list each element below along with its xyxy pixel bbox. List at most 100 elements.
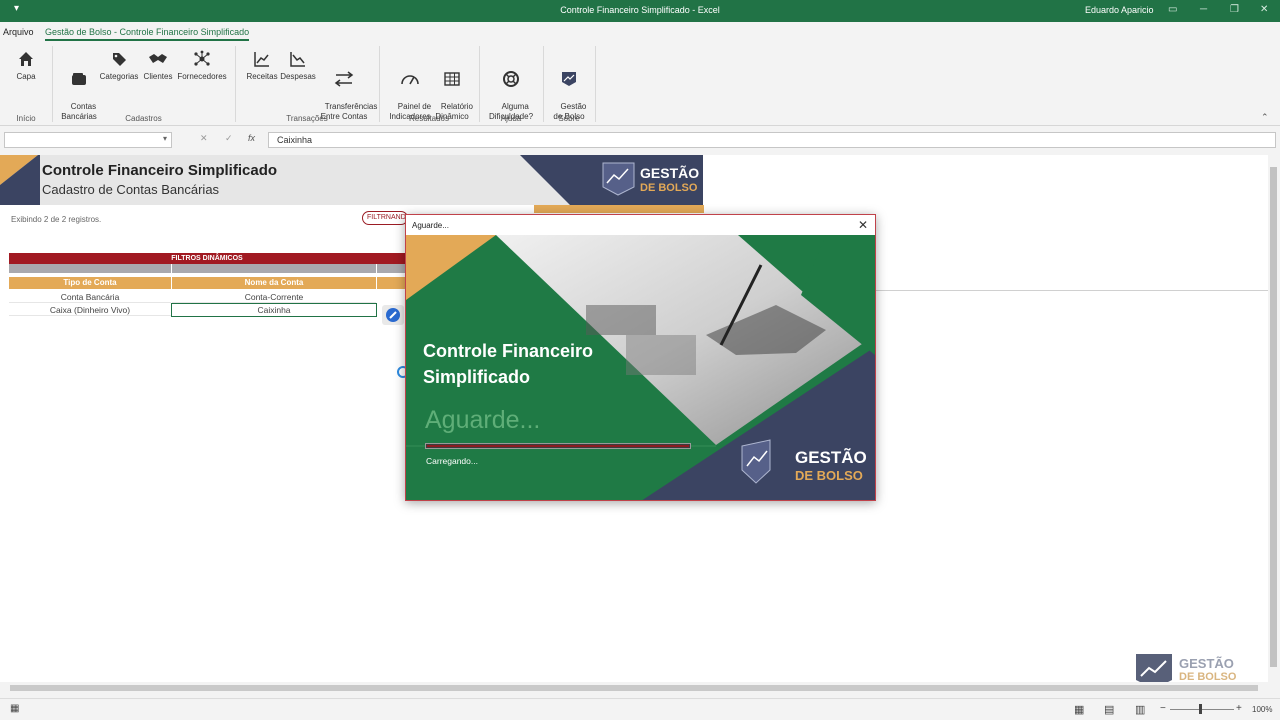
- zoom-level[interactable]: 100%: [1252, 705, 1272, 714]
- column-header-tipo[interactable]: Tipo de Conta: [9, 277, 171, 289]
- splash-logo-line2: DE BOLSO: [795, 468, 863, 483]
- horizontal-scrollbar[interactable]: [0, 682, 1268, 694]
- table-icon: [444, 72, 460, 86]
- handshake-icon: [149, 54, 167, 63]
- filters-header: FILTROS DINÂMICOS: [9, 253, 405, 264]
- banner-subtitle: Cadastro de Contas Bancárias: [42, 182, 220, 197]
- table-cell[interactable]: Conta-Corrente: [172, 291, 376, 303]
- normal-view-icon[interactable]: ▦: [1074, 703, 1084, 716]
- zoom-out-icon[interactable]: −: [1160, 703, 1166, 714]
- lifebuoy-icon: [503, 71, 519, 87]
- formula-input[interactable]: Caixinha: [268, 132, 1276, 148]
- capa-label: Capa: [16, 72, 36, 81]
- column-header-nome[interactable]: Nome da Conta: [172, 277, 376, 289]
- loading-dialog: Aguarde... ✕ Controle Financeiro Simplif…: [405, 214, 876, 501]
- splash-logo: GESTÃO DE BOLSO: [738, 438, 868, 490]
- group-separator: [52, 46, 53, 122]
- group-separator: [595, 46, 596, 122]
- filter-button[interactable]: FILTRNANDO: [362, 211, 408, 225]
- group-separator: [235, 46, 236, 122]
- column-header-extra: [377, 277, 405, 289]
- receitas-label: Receitas: [246, 72, 278, 81]
- chevron-up-icon[interactable]: ⌃: [1261, 112, 1269, 123]
- transfer-arrows-icon: [334, 71, 354, 87]
- group-sobre: Sobre: [558, 114, 580, 123]
- user-name[interactable]: Eduardo Aparicio: [1085, 5, 1154, 15]
- clientes-button[interactable]: Clientes: [142, 50, 174, 82]
- line-down-icon: [290, 52, 305, 67]
- close-icon[interactable]: ✕: [1260, 4, 1268, 15]
- despesas-label: Despesas: [280, 72, 316, 81]
- table-cell[interactable]: Caixa (Dinheiro Vivo): [9, 304, 171, 316]
- splash-panel: Controle Financeiro Simplificado Aguarde…: [406, 235, 875, 500]
- ribbon: Capa Início Contas Bancárias Categorias …: [0, 42, 1280, 126]
- column-divider: [171, 264, 172, 273]
- group-resultados: Resultados: [408, 114, 450, 123]
- categorias-label: Categorias: [99, 72, 139, 81]
- group-separator: [479, 46, 480, 122]
- minimize-icon[interactable]: ─: [1200, 4, 1207, 15]
- tag-icon: [113, 53, 126, 66]
- fornecedores-button[interactable]: Fornecedores: [177, 50, 227, 82]
- group-cadastros: Cadastros: [125, 114, 162, 123]
- table-cell[interactable]: Conta Bancária: [9, 291, 171, 303]
- progress-bar: [425, 443, 691, 449]
- wallet-icon: [72, 73, 86, 85]
- progress-fill: [427, 445, 689, 447]
- close-icon[interactable]: ✕: [858, 218, 868, 232]
- enter-icon[interactable]: ✓: [225, 133, 233, 144]
- formula-controls: ✕ ✓ fx: [190, 132, 266, 148]
- cancel-icon[interactable]: ✕: [200, 133, 208, 144]
- line-up-icon: [254, 52, 269, 67]
- group-ajuda: Ajuda: [500, 114, 522, 123]
- title-bar: ▾ Controle Financeiro Simplificado - Exc…: [0, 0, 1280, 22]
- ribbon-display-icon[interactable]: ▭: [1168, 4, 1177, 15]
- group-separator: [379, 46, 380, 122]
- filter-cells[interactable]: [9, 264, 405, 273]
- status-bar: ▦ ▦ ▤ ▥ − + 100%: [0, 698, 1280, 720]
- scroll-thumb[interactable]: [10, 685, 1258, 691]
- formula-bar: ▾ ✕ ✓ fx Caixinha: [0, 128, 1280, 152]
- edit-pencil-icon: [386, 308, 400, 322]
- records-count: Exibindo 2 de 2 registros.: [11, 215, 102, 224]
- gauge-icon: [401, 75, 419, 85]
- splash-logo-line1: GESTÃO: [795, 448, 867, 467]
- fornecedores-label: Fornecedores: [177, 72, 227, 81]
- clientes-label: Clientes: [143, 72, 173, 81]
- banner-logo-line1: GESTÃO: [640, 165, 700, 181]
- zoom-slider-thumb[interactable]: [1199, 704, 1202, 714]
- splash-title: Controle Financeiro Simplificado: [423, 341, 594, 387]
- tab-arquivo[interactable]: Arquivo: [3, 27, 34, 37]
- name-box[interactable]: ▾: [4, 132, 172, 148]
- macro-record-icon[interactable]: ▦: [10, 703, 19, 714]
- receitas-button[interactable]: Receitas: [244, 50, 280, 82]
- restore-icon[interactable]: ❐: [1230, 4, 1239, 15]
- menu-bar: Arquivo Gestão de Bolso - Controle Finan…: [0, 22, 1280, 42]
- zoom-in-icon[interactable]: +: [1236, 703, 1242, 714]
- vertical-scrollbar[interactable]: [1268, 155, 1280, 682]
- banner-title: Controle Financeiro Simplificado: [42, 162, 278, 179]
- dialog-title: Aguarde...: [412, 221, 449, 230]
- selected-cell[interactable]: Caixinha: [171, 303, 377, 317]
- dialog-titlebar: Aguarde... ✕: [406, 215, 875, 235]
- categorias-button[interactable]: Categorias: [99, 50, 139, 82]
- banner-accent-strip: [534, 205, 704, 213]
- despesas-button[interactable]: Despesas: [280, 50, 316, 82]
- splash-wait-text: Aguarde...: [425, 406, 541, 434]
- network-icon: [194, 50, 210, 66]
- group-inicio: Início: [16, 114, 36, 123]
- sheet-banner: Controle Financeiro Simplificado Cadastr…: [0, 155, 703, 205]
- home-icon: [19, 52, 33, 66]
- scroll-thumb[interactable]: [1270, 167, 1277, 667]
- page-break-icon[interactable]: ▥: [1135, 703, 1145, 716]
- edit-button[interactable]: [382, 305, 404, 325]
- watermark-line1: GESTÃO: [1179, 656, 1234, 671]
- group-separator: [543, 46, 544, 122]
- chevron-down-icon[interactable]: ▾: [163, 134, 167, 143]
- zoom-slider[interactable]: [1170, 709, 1234, 710]
- capa-button[interactable]: Capa: [10, 50, 42, 82]
- banner-logo-line2: DE BOLSO: [640, 182, 698, 194]
- tab-gestao-de-bolso[interactable]: Gestão de Bolso - Controle Financeiro Si…: [45, 27, 250, 41]
- insert-function-icon[interactable]: fx: [248, 133, 255, 143]
- page-layout-icon[interactable]: ▤: [1104, 703, 1114, 716]
